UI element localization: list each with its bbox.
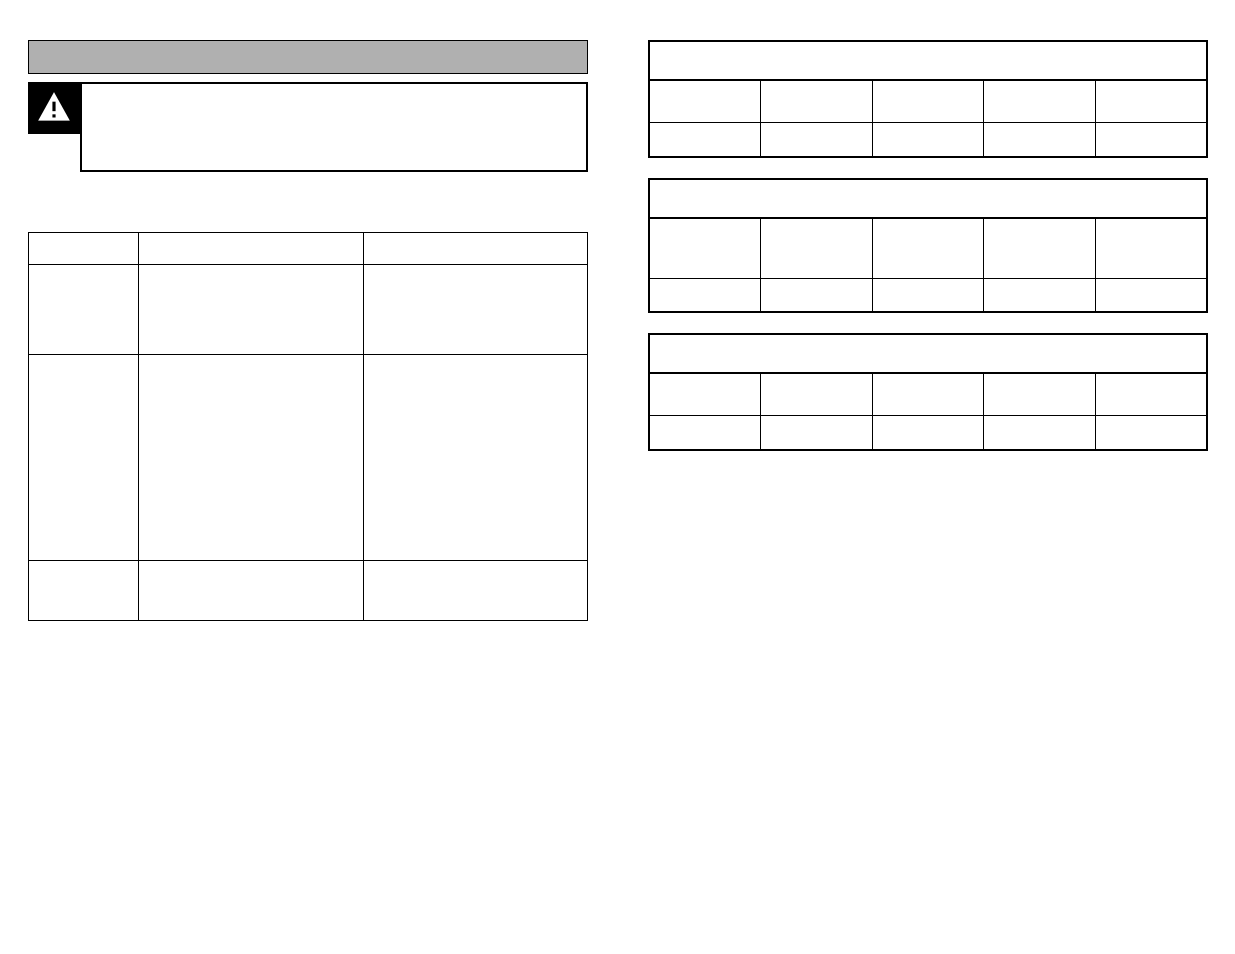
left-r3c1 bbox=[29, 561, 139, 621]
warning-text-box bbox=[80, 82, 588, 172]
warning-triangle-icon bbox=[28, 82, 80, 134]
table-header-row bbox=[649, 374, 1207, 416]
r1-th-3 bbox=[872, 81, 984, 123]
r3-th-4 bbox=[984, 374, 1096, 416]
left-main-table bbox=[28, 232, 588, 621]
right-block-1 bbox=[648, 40, 1208, 158]
r3-td-2 bbox=[761, 416, 873, 450]
table-row bbox=[29, 355, 588, 561]
left-r3c2 bbox=[139, 561, 364, 621]
table-row bbox=[29, 561, 588, 621]
table-row bbox=[29, 265, 588, 355]
left-r2c2 bbox=[139, 355, 364, 561]
left-th-2 bbox=[139, 233, 364, 265]
r3-td-4 bbox=[984, 416, 1096, 450]
r2-th-3 bbox=[872, 218, 984, 278]
r1-td-2 bbox=[761, 123, 873, 157]
table-row bbox=[649, 416, 1207, 450]
r2-td-5 bbox=[1095, 278, 1207, 312]
r2-td-4 bbox=[984, 278, 1096, 312]
r3-th-2 bbox=[761, 374, 873, 416]
right-table-1 bbox=[648, 80, 1208, 158]
r1-th-1 bbox=[649, 81, 761, 123]
right-block-2 bbox=[648, 178, 1208, 314]
r1-th-5 bbox=[1095, 81, 1207, 123]
table-row bbox=[649, 123, 1207, 157]
warning-triangle-icon-svg bbox=[35, 89, 73, 127]
right-block-3-title bbox=[648, 333, 1208, 373]
left-r1c1 bbox=[29, 265, 139, 355]
right-block-1-title bbox=[648, 40, 1208, 80]
r1-td-3 bbox=[872, 123, 984, 157]
left-r2c3 bbox=[364, 355, 588, 561]
r2-td-3 bbox=[872, 278, 984, 312]
right-block-2-title bbox=[648, 178, 1208, 218]
left-r1c3 bbox=[364, 265, 588, 355]
r1-th-2 bbox=[761, 81, 873, 123]
section-header-bar bbox=[28, 40, 588, 74]
left-th-3 bbox=[364, 233, 588, 265]
r2-th-1 bbox=[649, 218, 761, 278]
r3-th-3 bbox=[872, 374, 984, 416]
document-page bbox=[0, 0, 1235, 631]
right-column bbox=[648, 40, 1208, 621]
r2-th-2 bbox=[761, 218, 873, 278]
r2-th-5 bbox=[1095, 218, 1207, 278]
r3-th-1 bbox=[649, 374, 761, 416]
left-r1c2 bbox=[139, 265, 364, 355]
r2-td-2 bbox=[761, 278, 873, 312]
table-header-row bbox=[29, 233, 588, 265]
r1-td-5 bbox=[1095, 123, 1207, 157]
left-th-1 bbox=[29, 233, 139, 265]
r1-th-4 bbox=[984, 81, 1096, 123]
r1-td-1 bbox=[649, 123, 761, 157]
r1-td-4 bbox=[984, 123, 1096, 157]
r3-td-3 bbox=[872, 416, 984, 450]
r2-th-4 bbox=[984, 218, 1096, 278]
r3-td-1 bbox=[649, 416, 761, 450]
right-table-3 bbox=[648, 373, 1208, 451]
table-row bbox=[649, 278, 1207, 312]
r2-td-1 bbox=[649, 278, 761, 312]
left-column bbox=[28, 40, 588, 621]
r3-td-5 bbox=[1095, 416, 1207, 450]
r3-th-5 bbox=[1095, 374, 1207, 416]
right-block-3 bbox=[648, 333, 1208, 451]
right-table-2 bbox=[648, 218, 1208, 314]
left-r2c1 bbox=[29, 355, 139, 561]
table-header-row bbox=[649, 218, 1207, 278]
warning-block bbox=[28, 82, 588, 172]
left-r3c3 bbox=[364, 561, 588, 621]
table-header-row bbox=[649, 81, 1207, 123]
